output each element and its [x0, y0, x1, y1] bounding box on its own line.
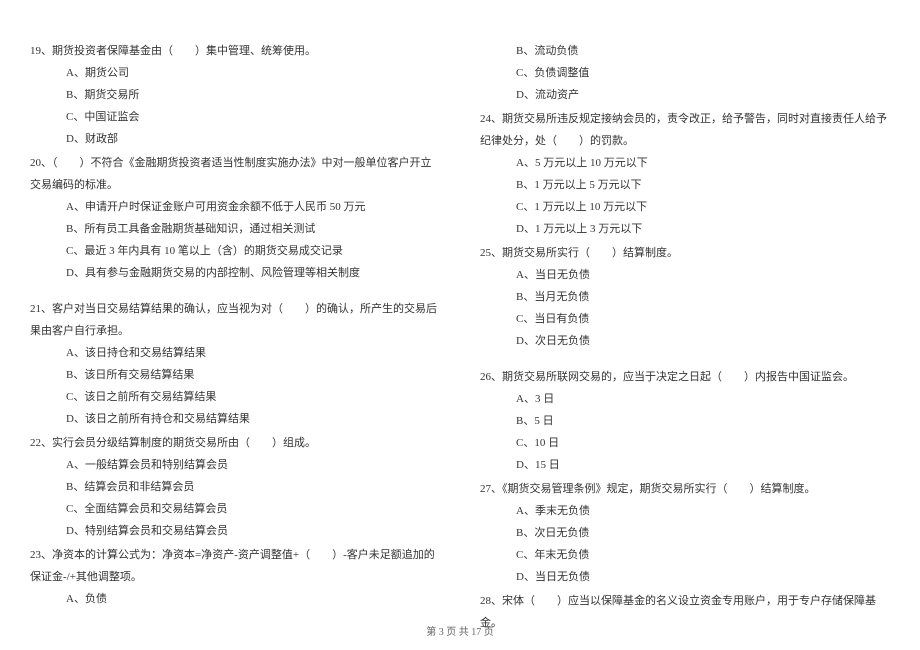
question-19: 19、期货投资者保障基金由（ ）集中管理、统筹使用。 A、期货公司 B、期货交易… — [30, 40, 440, 150]
option-c: C、10 日 — [480, 432, 890, 454]
option-d: D、次日无负债 — [480, 330, 890, 352]
question-text: 23、净资本的计算公式为：净资本=净资产-资产调整值+（ ）-客户未足额追加的保… — [30, 544, 440, 588]
option-d: D、流动资产 — [480, 84, 890, 106]
question-21: 21、客户对当日交易结算结果的确认，应当视为对（ ）的确认，所产生的交易后果由客… — [30, 298, 440, 430]
question-27: 27、《期货交易管理条例》规定，期货交易所实行（ ）结算制度。 A、季末无负债 … — [480, 478, 890, 588]
spacer — [30, 286, 440, 298]
option-d: D、当日无负债 — [480, 566, 890, 588]
question-text: 25、期货交易所实行（ ）结算制度。 — [480, 242, 890, 264]
left-column: 19、期货投资者保障基金由（ ）集中管理、统筹使用。 A、期货公司 B、期货交易… — [30, 40, 440, 636]
option-b: B、5 日 — [480, 410, 890, 432]
option-d: D、具有参与金融期货交易的内部控制、风险管理等相关制度 — [30, 262, 440, 284]
question-23: 23、净资本的计算公式为：净资本=净资产-资产调整值+（ ）-客户未足额追加的保… — [30, 544, 440, 610]
option-d: D、15 日 — [480, 454, 890, 476]
option-d: D、特别结算会员和交易结算会员 — [30, 520, 440, 542]
option-a: A、期货公司 — [30, 62, 440, 84]
option-a: A、当日无负债 — [480, 264, 890, 286]
question-23-continued: B、流动负债 C、负债调整值 D、流动资产 — [480, 40, 890, 106]
option-c: C、全面结算会员和交易结算会员 — [30, 498, 440, 520]
option-c: C、负债调整值 — [480, 62, 890, 84]
option-a: A、申请开户时保证金账户可用资金余额不低于人民币 50 万元 — [30, 196, 440, 218]
option-b: B、期货交易所 — [30, 84, 440, 106]
option-c: C、当日有负债 — [480, 308, 890, 330]
option-b: B、该日所有交易结算结果 — [30, 364, 440, 386]
option-b: B、所有员工具备金融期货基础知识，通过相关测试 — [30, 218, 440, 240]
page-content: 19、期货投资者保障基金由（ ）集中管理、统筹使用。 A、期货公司 B、期货交易… — [0, 0, 920, 646]
option-a: A、该日持仓和交易结算结果 — [30, 342, 440, 364]
option-b: B、次日无负债 — [480, 522, 890, 544]
option-c: C、1 万元以上 10 万元以下 — [480, 196, 890, 218]
option-a: A、5 万元以上 10 万元以下 — [480, 152, 890, 174]
right-column: B、流动负债 C、负债调整值 D、流动资产 24、期货交易所违反规定接纳会员的，… — [480, 40, 890, 636]
option-d: D、1 万元以上 3 万元以下 — [480, 218, 890, 240]
option-a: A、3 日 — [480, 388, 890, 410]
option-b: B、当月无负债 — [480, 286, 890, 308]
option-b: B、结算会员和非结算会员 — [30, 476, 440, 498]
question-text: 24、期货交易所违反规定接纳会员的，责令改正，给予警告，同时对直接责任人给予纪律… — [480, 108, 890, 152]
option-a: A、季末无负债 — [480, 500, 890, 522]
option-a: A、一般结算会员和特别结算会员 — [30, 454, 440, 476]
question-text: 22、实行会员分级结算制度的期货交易所由（ ）组成。 — [30, 432, 440, 454]
question-text: 21、客户对当日交易结算结果的确认，应当视为对（ ）的确认，所产生的交易后果由客… — [30, 298, 440, 342]
question-text: 27、《期货交易管理条例》规定，期货交易所实行（ ）结算制度。 — [480, 478, 890, 500]
question-22: 22、实行会员分级结算制度的期货交易所由（ ）组成。 A、一般结算会员和特别结算… — [30, 432, 440, 542]
question-24: 24、期货交易所违反规定接纳会员的，责令改正，给予警告，同时对直接责任人给予纪律… — [480, 108, 890, 240]
option-c: C、最近 3 年内具有 10 笔以上（含）的期货交易成交记录 — [30, 240, 440, 262]
option-c: C、中国证监会 — [30, 106, 440, 128]
page-footer: 第 3 页 共 17 页 — [0, 623, 920, 638]
option-b: B、1 万元以上 5 万元以下 — [480, 174, 890, 196]
option-d: D、该日之前所有持仓和交易结算结果 — [30, 408, 440, 430]
question-text: 20、（ ）不符合《金融期货投资者适当性制度实施办法》中对一般单位客户开立交易编… — [30, 152, 440, 196]
question-text: 19、期货投资者保障基金由（ ）集中管理、统筹使用。 — [30, 40, 440, 62]
option-c: C、年末无负债 — [480, 544, 890, 566]
question-20: 20、（ ）不符合《金融期货投资者适当性制度实施办法》中对一般单位客户开立交易编… — [30, 152, 440, 284]
question-text: 26、期货交易所联网交易的，应当于决定之日起（ ）内报告中国证监会。 — [480, 366, 890, 388]
option-c: C、该日之前所有交易结算结果 — [30, 386, 440, 408]
option-b: B、流动负债 — [480, 40, 890, 62]
option-d: D、财政部 — [30, 128, 440, 150]
question-26: 26、期货交易所联网交易的，应当于决定之日起（ ）内报告中国证监会。 A、3 日… — [480, 366, 890, 476]
question-25: 25、期货交易所实行（ ）结算制度。 A、当日无负债 B、当月无负债 C、当日有… — [480, 242, 890, 352]
option-a: A、负债 — [30, 588, 440, 610]
spacer — [480, 354, 890, 366]
